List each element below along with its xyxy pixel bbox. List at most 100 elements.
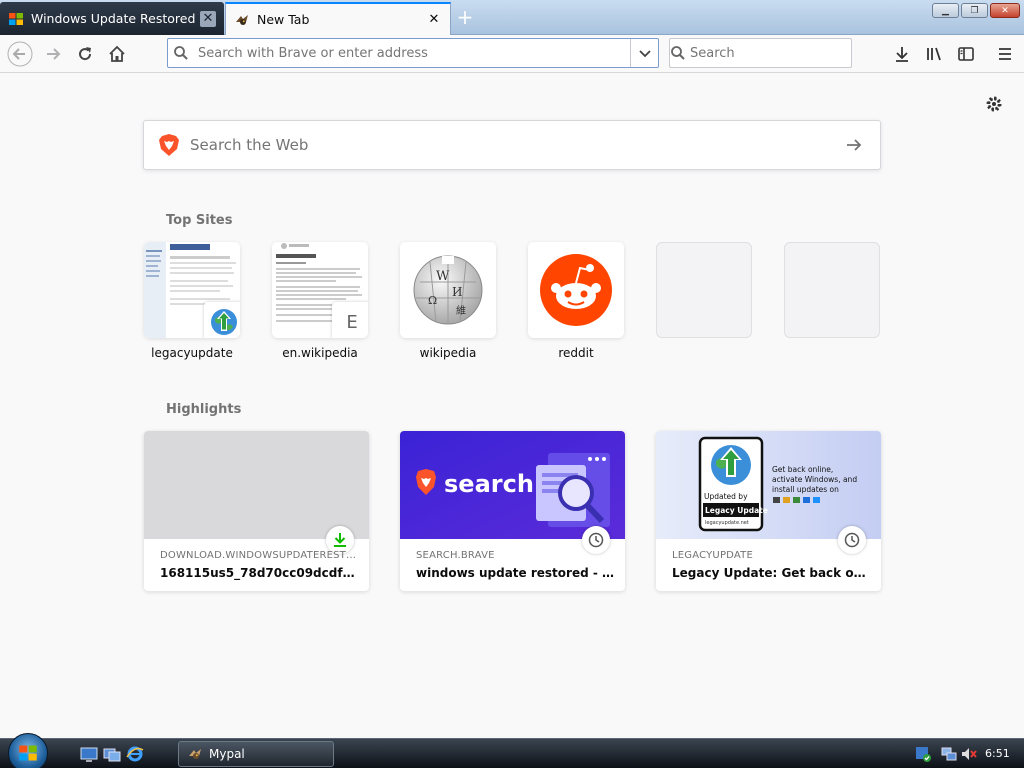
highlight-card-legacyupdate[interactable]: Updated by Legacy Update legacyupdate.ne… — [656, 431, 881, 591]
card-title: 168115us5_78d70cc09dcdf4e20... — [160, 566, 360, 580]
legacy-update-label: Legacy Update — [705, 506, 768, 515]
network-icon[interactable] — [940, 745, 958, 763]
maximize-button[interactable]: ❐ — [961, 3, 988, 18]
taskbar-window-label: Mypal — [209, 747, 245, 761]
sidebar-button[interactable] — [951, 39, 981, 69]
volume-muted-icon[interactable] — [960, 745, 978, 763]
start-button[interactable] — [8, 733, 48, 768]
top-site-en-wikipedia[interactable]: E — [272, 242, 368, 338]
svg-text:Ω: Ω — [428, 294, 437, 307]
mypal-icon — [236, 14, 248, 25]
navigation-toolbar — [0, 35, 1024, 73]
clock-icon — [588, 532, 604, 548]
menu-button[interactable] — [990, 39, 1020, 69]
arrow-right-icon[interactable] — [844, 135, 864, 155]
card-title: windows update restored - Brav... — [416, 566, 616, 580]
new-tab-button[interactable]: + — [455, 7, 475, 28]
tab-title: Windows Update Restored Dow — [31, 11, 200, 26]
en-wikipedia-favicon: E — [332, 302, 368, 338]
tab-close-button[interactable]: ✕ — [200, 10, 216, 27]
card-title: Legacy Update: Get back online, ... — [672, 566, 872, 580]
top-site-wikipedia[interactable]: W И Ω 維 — [400, 242, 496, 338]
sidebar-icon — [958, 47, 974, 61]
card-context: SEARCH.BRAVE — [416, 550, 495, 561]
search-bar[interactable] — [669, 38, 860, 68]
search-icon — [670, 40, 686, 66]
card-context: LEGACYUPDATE — [672, 550, 753, 561]
web-search-input[interactable] — [180, 125, 844, 165]
library-button[interactable] — [919, 39, 949, 69]
back-arrow-icon — [7, 41, 33, 67]
windows-update-tray-icon[interactable] — [914, 745, 932, 763]
forward-button[interactable] — [38, 39, 68, 69]
globe-update-icon — [211, 309, 237, 335]
home-button[interactable] — [102, 39, 132, 69]
wikipedia-globe-icon: W И Ω 維 — [400, 242, 496, 338]
legacyupdate-preview-image: Updated by Legacy Update legacyupdate.ne… — [656, 431, 881, 539]
taskbar-window-mypal[interactable]: Mypal — [178, 741, 334, 767]
download-icon — [896, 47, 908, 62]
tab-title: New Tab — [257, 12, 310, 27]
library-icon — [927, 47, 941, 61]
legacy-update-url: legacyupdate.net — [705, 520, 749, 526]
switch-windows-icon[interactable] — [103, 745, 121, 763]
top-sites-heading: Top Sites — [166, 213, 233, 228]
brave-search-preview-image: search — [400, 431, 625, 539]
downloads-button[interactable] — [887, 39, 917, 69]
top-site-reddit[interactable] — [528, 242, 624, 338]
hamburger-menu-icon — [999, 48, 1011, 60]
back-button[interactable] — [5, 39, 35, 69]
search-icon — [168, 40, 194, 66]
home-icon — [109, 45, 125, 62]
window-controls: ▁ ❐ ✕ — [932, 3, 1020, 18]
top-site-label: reddit — [558, 346, 594, 360]
download-icon — [334, 533, 346, 547]
svg-text:И: И — [452, 285, 462, 299]
system-clock: 6:51 — [985, 747, 1010, 760]
close-window-button[interactable]: ✕ — [990, 3, 1020, 18]
show-desktop-icon[interactable] — [80, 745, 98, 763]
address-input[interactable] — [194, 40, 630, 66]
highlights-heading: Highlights — [166, 402, 242, 417]
reload-button[interactable] — [70, 39, 100, 69]
gear-icon[interactable] — [984, 94, 1004, 114]
tab-windows-update[interactable]: Windows Update Restored Dow ✕ — [0, 2, 224, 35]
top-site-empty-slot[interactable] — [656, 242, 752, 338]
url-dropdown-button[interactable] — [630, 39, 658, 67]
search-input[interactable] — [686, 40, 860, 66]
card-context: DOWNLOAD.WINDOWSUPDATERESTORE... — [160, 550, 360, 561]
promo-line-1: Get back online, — [772, 465, 833, 474]
top-site-legacyupdate[interactable] — [144, 242, 240, 338]
top-site-label: wikipedia — [419, 346, 477, 360]
top-site-empty-slot[interactable] — [784, 242, 880, 338]
svg-text:W: W — [436, 269, 450, 284]
updated-by-label: Updated by — [704, 492, 748, 501]
taskbar: Mypal 6:51 — [0, 733, 1024, 768]
minimize-button[interactable]: ▁ — [932, 3, 959, 18]
svg-text:維: 維 — [456, 304, 466, 317]
web-search-box[interactable] — [143, 120, 881, 170]
windows-flag-icon — [19, 745, 37, 761]
top-site-label: en.wikipedia — [282, 346, 358, 360]
address-bar[interactable] — [167, 38, 659, 68]
search-wordmark: search — [444, 470, 534, 498]
new-tab-page: Top Sites — [0, 74, 1024, 738]
tab-new-tab[interactable]: New Tab ✕ — [225, 2, 451, 35]
tab-strip: Windows Update Restored Dow ✕ New Tab ✕ … — [0, 0, 1024, 35]
windows-flag-icon — [9, 12, 23, 25]
legacyupdate-favicon — [204, 302, 240, 338]
tab-close-button[interactable]: ✕ — [426, 12, 442, 28]
brave-logo-icon — [159, 134, 179, 156]
highlight-card-brave-search[interactable]: search SEARCH.BRAVE windows update resto… — [400, 431, 625, 591]
internet-explorer-icon[interactable] — [126, 745, 144, 763]
clock-icon — [844, 532, 860, 548]
mypal-icon — [189, 749, 201, 759]
reload-icon — [79, 47, 92, 61]
reddit-logo-icon — [528, 242, 624, 338]
top-site-label: legacyupdate — [151, 346, 233, 360]
card-placeholder-image — [144, 431, 369, 539]
chevron-down-icon — [638, 50, 651, 58]
promo-line-3: install updates on — [772, 485, 839, 494]
highlight-card-download[interactable]: DOWNLOAD.WINDOWSUPDATERESTORE... 168115u… — [144, 431, 369, 591]
promo-line-2: activate Windows, and — [772, 475, 857, 484]
